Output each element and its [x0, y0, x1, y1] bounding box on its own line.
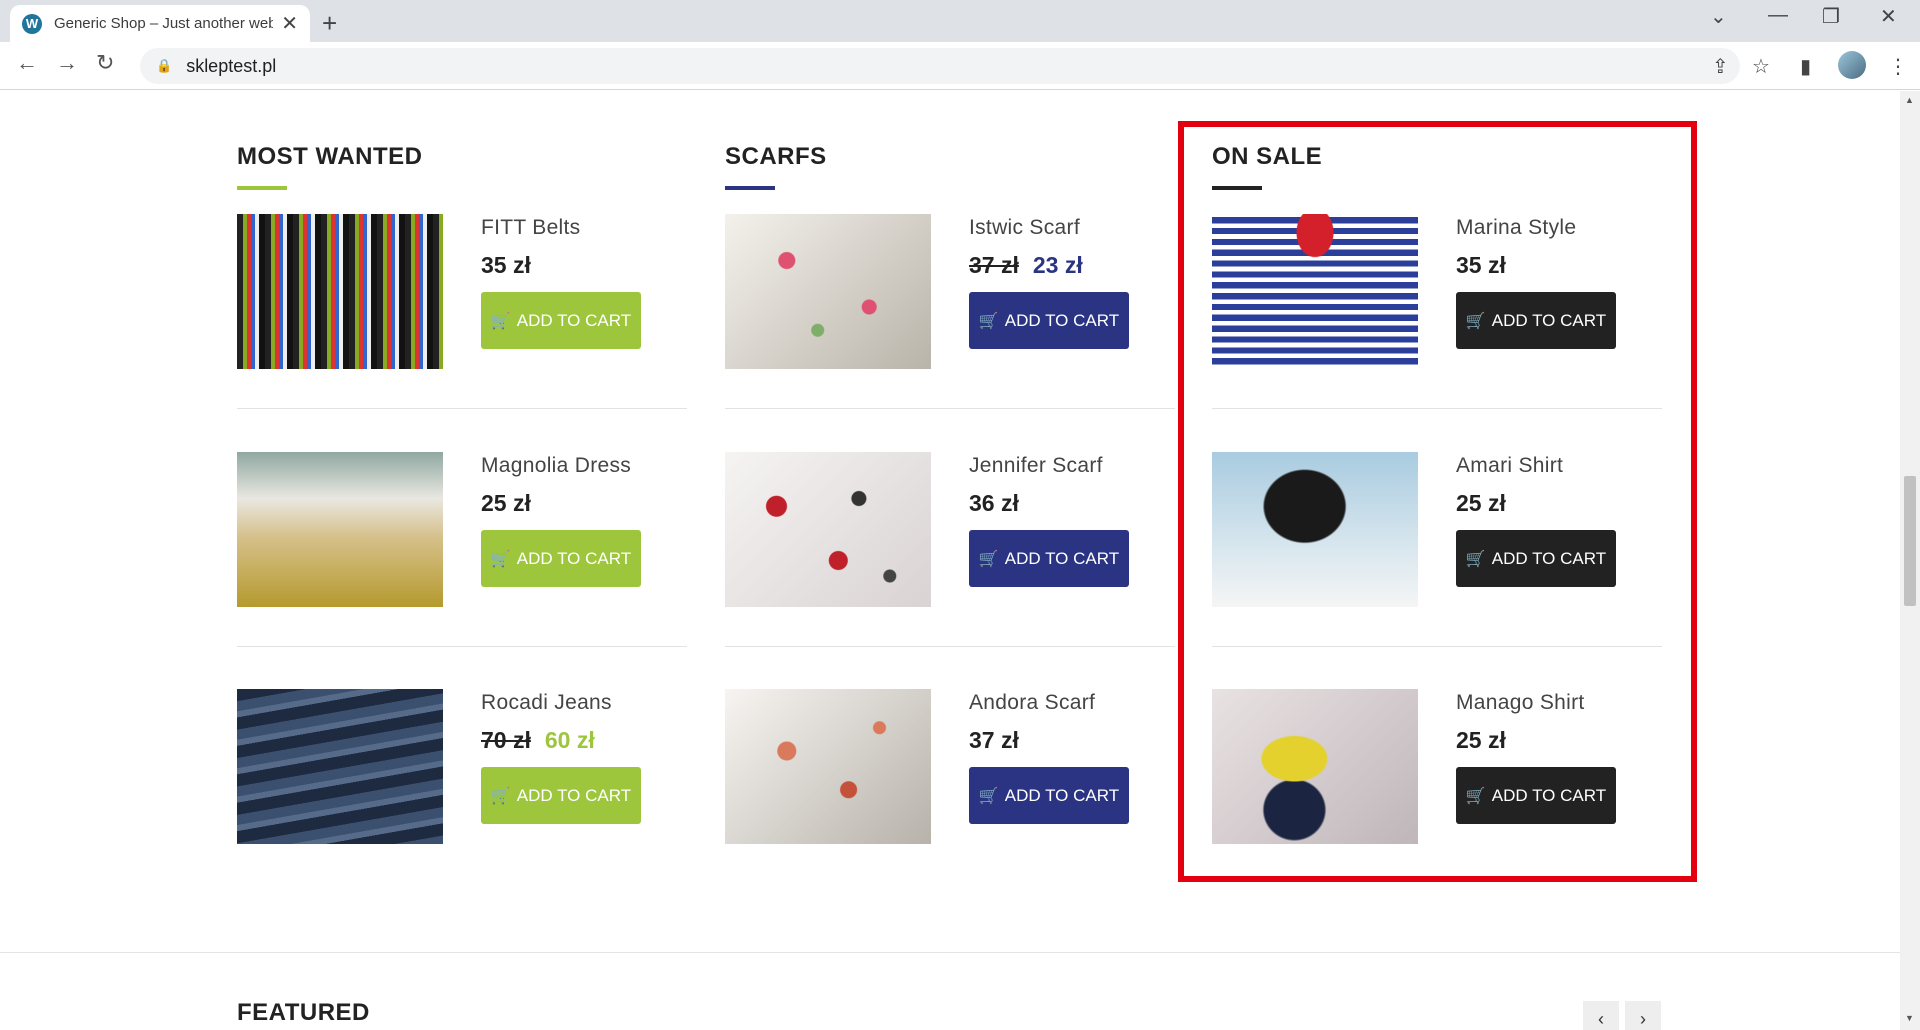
- product-price: 35 zł: [481, 252, 531, 279]
- close-window-icon[interactable]: ✕: [1880, 4, 1897, 29]
- featured-title: FEATURED: [237, 999, 370, 1026]
- side-panel-icon[interactable]: ▮: [1800, 54, 1811, 79]
- add-to-cart-button[interactable]: 🛒 ADD TO CART: [481, 767, 641, 824]
- wordpress-icon: W: [22, 13, 42, 34]
- divider: [237, 646, 687, 647]
- minimize-icon[interactable]: —: [1768, 4, 1788, 27]
- add-to-cart-button[interactable]: 🛒 ADD TO CART: [481, 530, 641, 587]
- current-price: 37 zł: [969, 727, 1019, 753]
- product-item: FITT Belts 35 zł 🛒 ADD TO CART: [237, 214, 687, 414]
- cart-icon: 🛒: [490, 312, 511, 330]
- current-price: 25 zł: [481, 490, 531, 516]
- add-to-cart-button[interactable]: 🛒 ADD TO CART: [481, 292, 641, 349]
- scrollbar-thumb[interactable]: [1904, 476, 1916, 606]
- page-content: MOST WANTED FITT Belts 35 zł 🛒 ADD TO CAR…: [0, 91, 1900, 1030]
- restore-icon[interactable]: ❐: [1822, 4, 1840, 29]
- lock-icon[interactable]: 🔒: [156, 58, 172, 74]
- button-label: ADD TO CART: [516, 310, 632, 330]
- divider: [237, 408, 687, 409]
- button-label: ADD TO CART: [1004, 548, 1120, 568]
- button-label: ADD TO CART: [1004, 310, 1120, 330]
- scroll-up-icon[interactable]: ▲: [1905, 95, 1914, 105]
- browser-toolbar: ← → ↻ 🔒 skleptest.pl ⇪ ☆ ▮ ⋮: [0, 42, 1920, 90]
- product-price: 25 zł: [481, 490, 531, 517]
- cart-icon: 🛒: [978, 550, 999, 568]
- product-item: Jennifer Scarf 36 zł 🛒 ADD TO CART: [725, 452, 1175, 652]
- sale-price: 23 zł: [1032, 252, 1083, 278]
- product-image[interactable]: [237, 689, 443, 844]
- old-price: 70 zł: [481, 727, 531, 753]
- current-price: 36 zł: [969, 490, 1019, 516]
- product-price: 36 zł: [969, 490, 1019, 517]
- carousel-next-button[interactable]: ›: [1625, 1001, 1661, 1030]
- section-title: SCARFS: [725, 143, 827, 170]
- add-to-cart-button[interactable]: 🛒 ADD TO CART: [969, 530, 1129, 587]
- browser-tab[interactable]: W Generic Shop – Just another web ✕: [10, 5, 310, 42]
- carousel-prev-button[interactable]: ‹: [1583, 1001, 1619, 1030]
- product-image[interactable]: [237, 214, 443, 369]
- back-icon[interactable]: ←: [16, 50, 38, 76]
- product-name[interactable]: Jennifer Scarf: [969, 454, 1103, 478]
- product-price: 70 zł 60 zł: [481, 727, 595, 754]
- scroll-down-icon[interactable]: ▼: [1905, 1013, 1914, 1023]
- sale-price: 60 zł: [544, 727, 595, 753]
- cart-icon: 🛒: [978, 312, 999, 330]
- product-image[interactable]: [725, 452, 931, 607]
- product-name[interactable]: Andora Scarf: [969, 691, 1095, 715]
- bookmark-star-icon[interactable]: ☆: [1752, 54, 1770, 79]
- chevron-left-icon: ‹: [1598, 1008, 1604, 1029]
- title-underline: [725, 186, 775, 190]
- add-to-cart-button[interactable]: 🛒 ADD TO CART: [969, 292, 1129, 349]
- product-item: Magnolia Dress 25 zł 🛒 ADD TO CART: [237, 452, 687, 652]
- product-item: Rocadi Jeans 70 zł 60 zł 🛒 ADD TO CART: [237, 689, 687, 889]
- section-title: MOST WANTED: [237, 143, 423, 170]
- product-image[interactable]: [725, 689, 931, 844]
- tab-search-icon[interactable]: ⌄: [1710, 4, 1727, 29]
- highlight-box: [1178, 121, 1697, 882]
- share-icon[interactable]: ⇪: [1712, 54, 1729, 79]
- tab-strip: W Generic Shop – Just another web ✕ + ⌄ …: [0, 0, 1920, 42]
- new-tab-icon[interactable]: +: [322, 8, 337, 39]
- divider: [725, 646, 1175, 647]
- menu-icon[interactable]: ⋮: [1888, 54, 1908, 79]
- cart-icon: 🛒: [490, 550, 511, 568]
- product-image[interactable]: [725, 214, 931, 369]
- cart-icon: 🛒: [978, 787, 999, 805]
- title-underline: [237, 186, 287, 190]
- product-name[interactable]: FITT Belts: [481, 216, 580, 240]
- product-price: 37 zł 23 zł: [969, 252, 1083, 279]
- product-item: Andora Scarf 37 zł 🛒 ADD TO CART: [725, 689, 1175, 889]
- profile-avatar[interactable]: [1838, 51, 1866, 79]
- current-price: 35 zł: [481, 252, 531, 278]
- product-price: 37 zł: [969, 727, 1019, 754]
- tab-title: Generic Shop – Just another web: [53, 15, 274, 32]
- button-label: ADD TO CART: [1004, 785, 1120, 805]
- forward-icon[interactable]: →: [56, 50, 78, 76]
- section-divider: [0, 952, 1900, 953]
- old-price: 37 zł: [969, 252, 1019, 278]
- divider: [725, 408, 1175, 409]
- address-bar[interactable]: 🔒 skleptest.pl: [140, 48, 1740, 84]
- chevron-right-icon: ›: [1640, 1008, 1646, 1029]
- product-name[interactable]: Rocadi Jeans: [481, 691, 612, 715]
- page-scrollbar[interactable]: ▲ ▼: [1900, 91, 1920, 1030]
- url-text: skleptest.pl: [186, 55, 277, 76]
- button-label: ADD TO CART: [516, 548, 632, 568]
- button-label: ADD TO CART: [516, 785, 632, 805]
- product-name[interactable]: Istwic Scarf: [969, 216, 1080, 240]
- reload-icon[interactable]: ↻: [96, 50, 114, 76]
- product-name[interactable]: Magnolia Dress: [481, 454, 631, 478]
- product-item: Istwic Scarf 37 zł 23 zł 🛒 ADD TO CART: [725, 214, 1175, 414]
- cart-icon: 🛒: [490, 787, 511, 805]
- product-image[interactable]: [237, 452, 443, 607]
- add-to-cart-button[interactable]: 🛒 ADD TO CART: [969, 767, 1129, 824]
- close-tab-icon[interactable]: ✕: [281, 11, 298, 36]
